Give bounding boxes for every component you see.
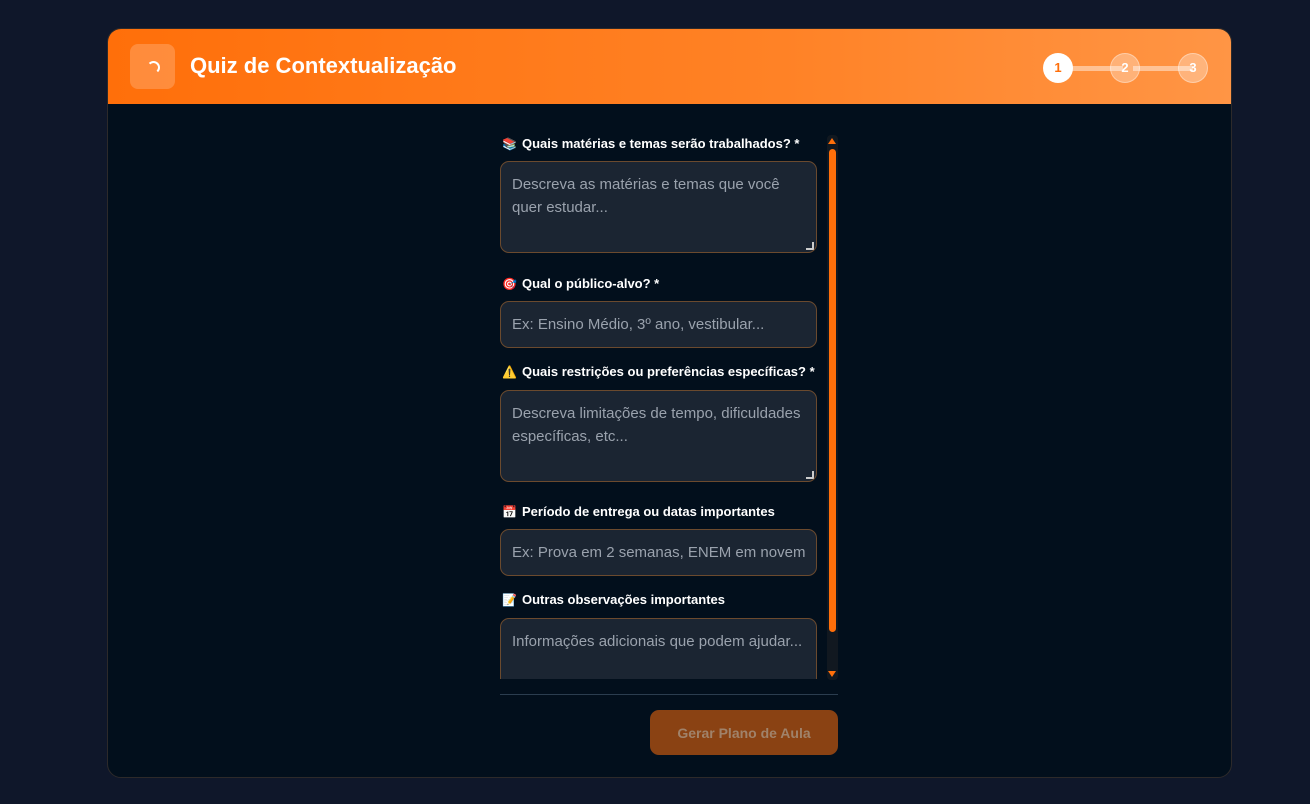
step-indicator: 1 2 3 [1043,53,1208,83]
quiz-form: 📚 Quais matérias e temas serão trabalhad… [500,134,820,679]
notes-label-text: Outras observações importantes [522,592,726,607]
restrictions-label: ⚠️ Quais restrições ou preferências espe… [502,364,815,379]
warning-icon: ⚠️ [502,364,517,379]
quiz-card: Quiz de Contextualização 1 2 3 📚 Quais m… [107,28,1232,778]
audience-placeholder: Ex: Ensino Médio, 3º ano, vestibular... [512,316,765,333]
deadline-input[interactable]: Ex: Prova em 2 semanas, ENEM em novem [500,529,817,576]
step-3: 3 [1178,53,1208,83]
deadline-placeholder: Ex: Prova em 2 semanas, ENEM em novem [512,544,806,561]
loading-spinner-icon [130,44,175,89]
step-1: 1 [1043,53,1073,83]
deadline-label-text: Período de entrega ou datas importantes [522,504,775,519]
subjects-label: 📚 Quais matérias e temas serão trabalhad… [502,136,799,151]
step-2: 2 [1110,53,1140,83]
notes-textarea[interactable]: Informações adicionais que podem ajudar.… [500,618,817,679]
quiz-header: Quiz de Contextualização 1 2 3 [108,29,1231,104]
restrictions-placeholder: Descreva limitações de tempo, dificuldad… [512,405,801,445]
audience-input[interactable]: Ex: Ensino Médio, 3º ano, vestibular... [500,301,817,348]
page-title: Quiz de Contextualização [190,53,457,78]
target-icon: 🎯 [502,276,517,291]
audience-label: 🎯 Qual o público-alvo? * [502,276,659,291]
restrictions-label-text: Quais restrições ou preferências específ… [522,364,815,379]
scroll-down-arrow-icon[interactable] [828,671,836,677]
resize-handle-icon[interactable] [806,242,814,250]
subjects-textarea[interactable]: Descreva as matérias e temas que você qu… [500,161,817,253]
calendar-icon: 📅 [502,504,517,519]
form-divider [500,694,838,695]
spinner-arc [147,61,160,74]
subjects-placeholder: Descreva as matérias e temas que você qu… [512,176,780,216]
generate-lesson-plan-button[interactable]: Gerar Plano de Aula [650,710,838,755]
restrictions-textarea[interactable]: Descreva limitações de tempo, dificuldad… [500,390,817,482]
deadline-label: 📅 Período de entrega ou datas importante… [502,504,775,519]
scroll-thumb[interactable] [829,149,836,632]
memo-icon: 📝 [502,592,517,607]
form-scrollbar[interactable] [827,135,838,680]
notes-placeholder: Informações adicionais que podem ajudar.… [512,633,803,650]
subjects-label-text: Quais matérias e temas serão trabalhados… [522,136,800,151]
audience-label-text: Qual o público-alvo? * [522,276,660,291]
resize-handle-icon[interactable] [806,471,814,479]
notes-label: 📝 Outras observações importantes [502,592,725,607]
scroll-up-arrow-icon[interactable] [828,138,836,144]
books-icon: 📚 [502,136,517,151]
